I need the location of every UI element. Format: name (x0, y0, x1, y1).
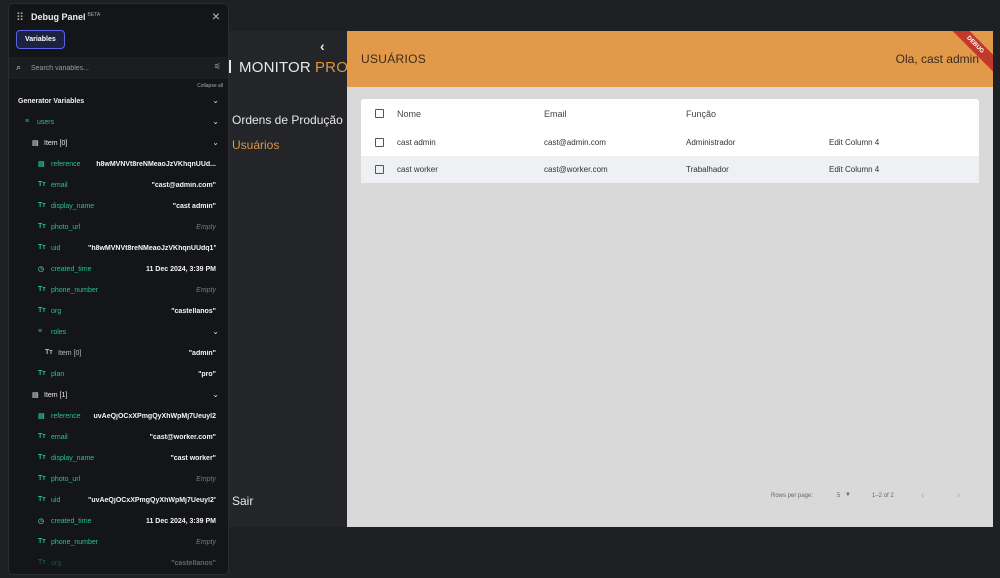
tree-leaf[interactable]: Tт phone_number Empty (9, 281, 228, 302)
filter-icon[interactable]: ⚟ (214, 62, 221, 71)
tree-leaf[interactable]: Tт org "castellanos" (9, 302, 228, 323)
tree-leaf[interactable]: Tт email "cast@worker.com" (9, 428, 228, 449)
tree-leaf[interactable]: Tт phone_number Empty (9, 533, 228, 554)
text-type-icon: Tт (38, 286, 46, 293)
tree-leaf[interactable]: ▤ reference h8wMVNVt8reNMeaoJzVKhqnUUd..… (9, 155, 228, 176)
variable-search: ⌕ ⚟ (9, 57, 228, 79)
table-row[interactable]: cast worker cast@worker.com Trabalhador … (361, 156, 979, 183)
page-header: USUÁRIOS Ola, cast admin DEBUG (347, 31, 993, 87)
search-icon: ⌕ (16, 62, 22, 72)
tree-leaf[interactable]: Tт uid "uvAeQjOCxXPmgQyXhWpMj7Ueuyl2" (9, 491, 228, 512)
clock-icon: ◷ (38, 518, 45, 525)
variable-tree: Generator Variables ⌄ ≡ users ⌄ ▤ Item [… (9, 92, 228, 574)
text-type-icon: Tт (38, 181, 46, 188)
column-header-nome[interactable]: Nome (397, 99, 421, 129)
debug-panel-title: Debug Panel BETA (31, 12, 101, 22)
tab-variables[interactable]: Variables (16, 30, 65, 49)
column-header-funcao[interactable]: Função (686, 99, 716, 129)
chevron-down-icon[interactable]: ⌄ (212, 138, 219, 147)
prev-page-button[interactable]: ‹ (921, 490, 924, 501)
tree-leaf[interactable]: Tт Item [0] "admin" (9, 344, 228, 365)
list-icon: ≡ (25, 118, 30, 125)
text-type-icon: Tт (38, 559, 46, 566)
beta-badge: BETA (87, 12, 101, 18)
tree-node-item[interactable]: ▤ Item [1] ⌄ (9, 386, 228, 407)
chevron-down-icon[interactable]: ⌄ (212, 96, 219, 105)
cell-email: cast@admin.com (544, 138, 606, 147)
text-type-icon: Tт (38, 475, 46, 482)
tree-node-roles[interactable]: ≡ roles ⌄ (9, 323, 228, 344)
cell-funcao: Administrador (686, 138, 736, 147)
cell-nome: cast worker (397, 165, 438, 174)
tree-leaf[interactable]: ◷ created_time 11 Dec 2024, 3:39 PM (9, 260, 228, 281)
drag-handle-icon[interactable]: ⠿ (16, 11, 24, 24)
search-input[interactable] (31, 61, 201, 75)
table-icon: ▤ (32, 392, 39, 399)
table-row[interactable]: cast admin cast@admin.com Administrador … (361, 129, 979, 156)
brand-logo: MONITOR PRO (223, 59, 348, 76)
table-icon: ▤ (32, 140, 39, 147)
caret-down-icon[interactable]: ▼ (845, 492, 851, 498)
cell-nome: cast admin (397, 138, 436, 147)
text-type-icon: Tт (38, 454, 46, 461)
cell-column-4: Edit Column 4 (829, 165, 880, 174)
tree-leaf[interactable]: Tт display_name "cast admin" (9, 197, 228, 218)
pagination-range: 1–2 of 2 (872, 493, 894, 499)
row-checkbox[interactable] (375, 137, 384, 147)
tree-leaf[interactable]: Tт plan "pro" (9, 365, 228, 386)
text-type-icon: Tт (38, 307, 46, 314)
chevron-down-icon[interactable]: ⌄ (212, 390, 219, 399)
collapse-all-button[interactable]: Collapse all (197, 83, 223, 89)
rows-per-page-label: Rows per page: (771, 493, 814, 499)
debug-panel: ⠿ Debug PanelBETA × Variables ⌕ ⚟ Collap… (8, 3, 229, 575)
table-header-row: Nome Email Função (361, 99, 979, 129)
row-checkbox[interactable] (375, 164, 384, 174)
nav-item-sair[interactable]: Sair (232, 494, 253, 508)
cell-email: cast@worker.com (544, 165, 608, 174)
text-type-icon: Tт (38, 496, 46, 503)
tree-leaf[interactable]: ◷ created_time 11 Dec 2024, 3:39 PM (9, 512, 228, 533)
column-header-email[interactable]: Email (544, 99, 567, 129)
select-all-checkbox[interactable] (375, 109, 384, 118)
page-title: USUÁRIOS (361, 52, 427, 66)
list-icon: ≡ (38, 328, 43, 335)
nav-item-usuarios[interactable]: Usuários (232, 138, 279, 152)
text-type-icon: Tт (38, 538, 46, 545)
document-icon: ▤ (38, 161, 45, 168)
nav-item-ordens[interactable]: Ordens de Produção (232, 113, 343, 127)
text-type-icon: Tт (38, 433, 46, 440)
chevron-down-icon[interactable]: ⌄ (212, 117, 219, 126)
main-content: USUÁRIOS Ola, cast admin DEBUG Nome Emai… (347, 31, 993, 527)
tree-leaf[interactable]: Tт org "castellanos" (9, 554, 228, 574)
cell-funcao: Trabalhador (686, 165, 729, 174)
tree-group[interactable]: Generator Variables ⌄ (9, 92, 228, 113)
text-type-icon: Tт (38, 202, 46, 209)
tree-leaf[interactable]: Tт uid "h8wMVNVt8reNMeaoJzVKhqnUUdq1" (9, 239, 228, 260)
user-greeting: Ola, cast admin (895, 52, 979, 66)
text-type-icon: Tт (38, 244, 46, 251)
tree-leaf[interactable]: Tт photo_url Empty (9, 218, 228, 239)
text-type-icon: Tт (38, 370, 46, 377)
chevron-down-icon[interactable]: ⌄ (212, 327, 219, 336)
tree-leaf[interactable]: ▤ reference uvAeQjOCxXPmgQyXhWpMj7Ueuyl2 (9, 407, 228, 428)
text-type-icon: Tт (45, 349, 53, 356)
debug-panel-header: ⠿ Debug Panel BETA × Variables (9, 4, 228, 60)
users-table: Nome Email Função cast admin cast@admin.… (361, 99, 979, 183)
document-icon: ▤ (38, 413, 45, 420)
cell-column-4: Edit Column 4 (829, 138, 880, 147)
tree-node-users[interactable]: ≡ users ⌄ (9, 113, 228, 134)
close-icon[interactable]: × (212, 8, 220, 24)
text-type-icon: Tт (38, 223, 46, 230)
tree-node-item[interactable]: ▤ Item [0] ⌄ (9, 134, 228, 155)
tree-leaf[interactable]: Tт photo_url Empty (9, 470, 228, 491)
chevron-left-icon[interactable]: ‹ (320, 38, 325, 54)
tree-leaf[interactable]: Tт email "cast@admin.com" (9, 176, 228, 197)
tree-leaf[interactable]: Tт display_name "cast worker" (9, 449, 228, 470)
rows-per-page-select[interactable]: 5 (837, 493, 840, 499)
clock-icon: ◷ (38, 266, 45, 273)
next-page-button[interactable]: › (957, 490, 960, 501)
